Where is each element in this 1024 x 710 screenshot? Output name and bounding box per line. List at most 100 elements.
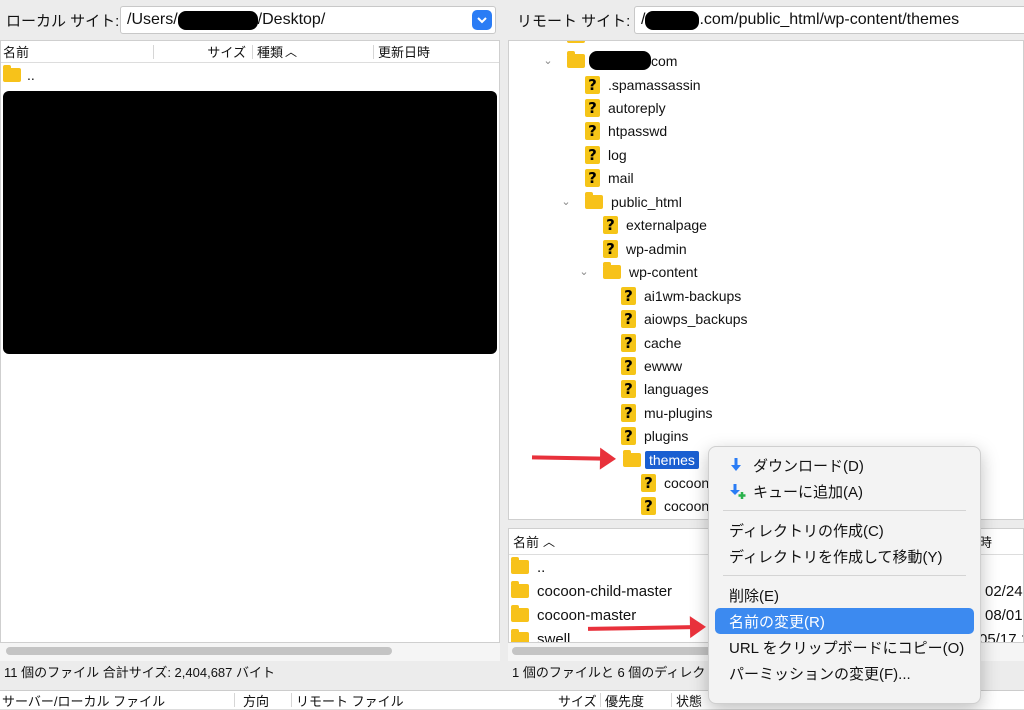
unknown-folder-icon: ? bbox=[641, 473, 656, 492]
tree-node-label: aiowps_backups bbox=[644, 310, 748, 327]
menu-item-label: キューに追加(A) bbox=[753, 483, 863, 501]
redacted-username bbox=[177, 10, 258, 30]
unknown-folder-icon: ? bbox=[621, 426, 636, 445]
tree-node[interactable]: ? wp-admin bbox=[603, 237, 687, 260]
folder-icon bbox=[603, 261, 621, 279]
col-size[interactable]: サイズ bbox=[154, 42, 252, 61]
tree-node[interactable]: ? mu-plugins bbox=[621, 401, 712, 424]
tree-node[interactable]: ? cache bbox=[621, 331, 681, 354]
menu-item-download[interactable]: ダウンロード(D) bbox=[715, 452, 974, 478]
tree-node-label: ewww bbox=[644, 357, 683, 374]
list-item-date: 02/24 bbox=[985, 582, 1023, 600]
unknown-folder-icon: ? bbox=[603, 215, 618, 234]
unknown-folder-icon: ? bbox=[621, 333, 636, 352]
tree-node[interactable]: ? .spamassassin bbox=[585, 73, 701, 96]
tree-node-label: wp-admin bbox=[626, 240, 687, 257]
col-modified[interactable]: 更新日時 bbox=[378, 42, 430, 61]
tree-node-label: cocoon bbox=[664, 497, 710, 514]
tree-node[interactable]: ? ai1wm-backups bbox=[621, 284, 741, 307]
tree-node[interactable]: ? aiowps_backups bbox=[621, 307, 748, 330]
tree-node[interactable]: ? ewww bbox=[621, 354, 682, 377]
folder-icon bbox=[3, 65, 21, 82]
list-item-name: swell bbox=[537, 630, 571, 643]
chevron-down-icon[interactable]: ⌄ bbox=[577, 265, 591, 278]
col-type[interactable]: 種類 bbox=[257, 42, 285, 61]
folder-icon bbox=[567, 50, 585, 68]
chevron-down-icon[interactable]: ⌄ bbox=[559, 195, 573, 208]
tree-node-label: cache bbox=[644, 334, 682, 351]
chevron-down-icon bbox=[477, 16, 487, 23]
unknown-folder-icon: ? bbox=[585, 145, 600, 164]
col-status[interactable]: 状態 bbox=[676, 691, 702, 710]
local-path-suffix: /Desktop/ bbox=[257, 11, 326, 28]
menu-separator bbox=[723, 510, 966, 511]
local-path-input[interactable]: /Users/ /Desktop/ bbox=[120, 6, 496, 34]
menu-item-create-and-enter-directory[interactable]: ディレクトリを作成して移動(Y) bbox=[715, 543, 974, 569]
remote-status-bar: 1 個のファイルと 6 個のディレクト bbox=[508, 661, 718, 681]
tree-node[interactable]: ? languages bbox=[621, 377, 709, 400]
download-icon bbox=[731, 458, 741, 471]
tree-node-label: mail bbox=[608, 169, 634, 186]
local-status-text: 11 個のファイル 合計サイズ: 2,404,687 バイト bbox=[4, 664, 275, 680]
local-site-label: ローカル サイト: bbox=[6, 12, 120, 30]
remote-path-input[interactable]: / .com/public_html/wp-content/themes bbox=[634, 6, 1024, 34]
menu-item-label: ディレクトリの作成(C) bbox=[729, 522, 884, 540]
tree-node[interactable]: ? cocoon bbox=[641, 471, 709, 494]
list-item[interactable]: .. bbox=[1, 63, 499, 87]
menu-item-label: パーミッションの変更(F)... bbox=[729, 665, 911, 683]
tree-node-label: cocoon bbox=[664, 474, 710, 491]
list-item-name: .. bbox=[537, 558, 546, 576]
tree-node-domain[interactable]: ⌄ com bbox=[541, 49, 677, 72]
tree-node-label: ai1wm-backups bbox=[644, 287, 742, 304]
menu-item-label: ダウンロード(D) bbox=[753, 457, 864, 475]
tree-node-wp-content[interactable]: ⌄ wp-content bbox=[577, 260, 697, 283]
tree-node-label: htpasswd bbox=[608, 122, 668, 139]
folder-icon bbox=[511, 605, 529, 622]
local-file-list[interactable]: 名前 サイズ 種類 ︿ 更新日時 .. bbox=[0, 40, 500, 643]
menu-item-copy-url[interactable]: URL をクリップボードにコピー(O) bbox=[715, 634, 974, 660]
menu-item-add-to-queue[interactable]: キューに追加(A) bbox=[715, 478, 974, 504]
tree-node[interactable]: ? plugins bbox=[621, 424, 688, 447]
col-remote-file[interactable]: リモート ファイル bbox=[296, 691, 558, 710]
local-path-dropdown-button[interactable] bbox=[472, 10, 492, 30]
tree-node[interactable]: ? autoreply bbox=[585, 96, 666, 119]
menu-item-create-directory[interactable]: ディレクトリの作成(C) bbox=[715, 517, 974, 543]
list-item-name: cocoon-child-master bbox=[537, 582, 673, 600]
local-horizontal-scrollbar[interactable] bbox=[0, 643, 500, 661]
unknown-folder-icon: ? bbox=[585, 168, 600, 187]
menu-item-change-permissions[interactable]: パーミッションの変更(F)... bbox=[715, 660, 974, 686]
menu-item-label: URL をクリップボードにコピー(O) bbox=[729, 639, 965, 657]
tree-node-label: wp-content bbox=[629, 263, 698, 280]
menu-item-label: 名前の変更(R) bbox=[729, 613, 825, 631]
col-size[interactable]: サイズ bbox=[558, 691, 600, 710]
col-name[interactable]: 名前 bbox=[513, 532, 539, 551]
tree-node-themes[interactable]: themes bbox=[623, 448, 699, 471]
col-name[interactable]: 名前 bbox=[3, 42, 153, 61]
folder-icon bbox=[623, 449, 641, 467]
scrollbar-thumb[interactable] bbox=[6, 647, 392, 655]
tree-node[interactable]: ? cocoon bbox=[641, 494, 709, 517]
unknown-folder-icon: ? bbox=[621, 309, 636, 328]
unknown-folder-icon: ? bbox=[621, 379, 636, 398]
col-server-local-file[interactable]: サーバー/ローカル ファイル bbox=[2, 691, 234, 710]
list-item-name: cocoon-master bbox=[537, 606, 637, 624]
menu-item-rename[interactable]: 名前の変更(R) bbox=[715, 608, 974, 634]
remote-path-suffix: .com/public_html/wp-content/themes bbox=[699, 11, 960, 28]
menu-item-delete[interactable]: 削除(E) bbox=[715, 582, 974, 608]
local-path-prefix: /Users/ bbox=[127, 11, 178, 28]
tree-node-public-html[interactable]: ⌄ public_html bbox=[559, 190, 682, 213]
tree-node[interactable]: ? externalpage bbox=[603, 213, 707, 236]
tree-node-label: .spamassassin bbox=[608, 76, 701, 93]
col-direction[interactable]: 方向 bbox=[243, 691, 291, 710]
local-column-header: 名前 サイズ 種類 ︿ 更新日時 bbox=[1, 41, 499, 63]
tree-node[interactable]: ? log bbox=[585, 143, 627, 166]
unknown-folder-icon: ? bbox=[621, 286, 636, 305]
tree-node[interactable]: ? mail bbox=[585, 166, 634, 189]
sort-ascending-icon: ︿ bbox=[543, 535, 556, 549]
col-priority[interactable]: 優先度 bbox=[605, 691, 671, 710]
list-item-name: .. bbox=[27, 67, 35, 83]
tree-node-label-selected: themes bbox=[645, 450, 699, 469]
chevron-down-icon[interactable]: ⌄ bbox=[541, 54, 555, 67]
unknown-folder-icon: ? bbox=[603, 239, 618, 258]
tree-node[interactable]: ? htpasswd bbox=[585, 119, 667, 142]
